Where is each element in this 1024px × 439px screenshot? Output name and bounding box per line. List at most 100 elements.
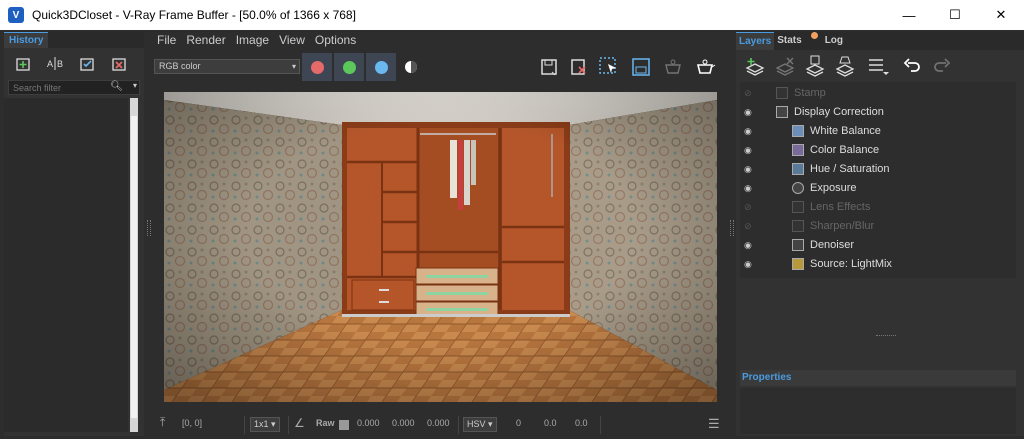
remove-history-icon[interactable]	[110, 55, 130, 73]
menu-file[interactable]: File	[152, 33, 181, 47]
apply-history-icon[interactable]	[78, 55, 98, 73]
divider	[244, 416, 245, 434]
layer-denoiser[interactable]: ◉ Denoiser	[740, 236, 1016, 255]
raw-r-value: 0.000	[357, 418, 380, 428]
white-balance-icon	[792, 125, 804, 137]
menu-view[interactable]: View	[274, 33, 310, 47]
load-layers-icon[interactable]	[834, 55, 856, 80]
right-panel-splitter[interactable]	[730, 220, 734, 236]
eye-off-icon[interactable]: ⊘	[744, 221, 755, 231]
layer-source-lightmix[interactable]: ◉ Source: LightMix	[740, 255, 1016, 274]
layer-label: Hue / Saturation	[810, 163, 890, 175]
save-image-button[interactable]	[536, 55, 562, 79]
blue-channel-button[interactable]	[366, 53, 396, 81]
eye-icon[interactable]: ◉	[744, 126, 755, 136]
toggle-panels-icon	[632, 58, 650, 76]
menu-image[interactable]: Image	[231, 33, 274, 47]
divider	[458, 416, 459, 434]
zoom-value: 1x1	[254, 419, 269, 429]
layer-hue-saturation[interactable]: ◉ Hue / Saturation	[740, 160, 1016, 179]
green-channel-button[interactable]	[334, 53, 364, 81]
minimize-icon: —	[902, 7, 916, 23]
raw-checkbox[interactable]	[339, 419, 349, 430]
color-mode-dropdown[interactable]: HSV ▾	[463, 417, 497, 432]
display-correction-icon	[776, 106, 788, 118]
save-layers-icon[interactable]	[804, 55, 826, 80]
eye-off-icon[interactable]: ⊘	[744, 202, 755, 212]
tab-stats[interactable]: Stats	[774, 32, 804, 50]
eye-icon[interactable]: ◉	[744, 240, 755, 250]
render-last-button[interactable]	[660, 55, 686, 79]
raw-g-value: 0.000	[392, 418, 415, 428]
save-image-icon	[541, 59, 557, 76]
chevron-down-icon: ▾	[488, 419, 493, 429]
red-channel-button[interactable]	[302, 53, 332, 81]
region-render-icon	[599, 57, 616, 74]
eye-icon[interactable]: ◉	[744, 164, 755, 174]
info-panel-icon[interactable]: ☰	[708, 416, 720, 432]
divider	[600, 416, 601, 434]
layer-sharpen-blur[interactable]: ⊘ Sharpen/Blur	[740, 217, 1016, 236]
layer-stamp[interactable]: ⊘ Stamp	[740, 84, 1016, 103]
render-last-icon	[665, 59, 681, 74]
eye-icon[interactable]: ◉	[744, 107, 755, 117]
delete-layer-icon[interactable]	[774, 56, 796, 79]
layer-display-correction[interactable]: ◉ Display Correction	[740, 103, 1016, 122]
chevron-down-icon[interactable]: ▾	[133, 81, 137, 90]
add-layer-icon[interactable]	[744, 56, 766, 79]
pixel-pick-icon[interactable]: ⤒	[160, 415, 165, 430]
search-filter[interactable]: Search filter 🔍︎ ▾	[8, 80, 140, 95]
vray-logo-icon: V	[8, 7, 24, 23]
rendered-image	[164, 92, 717, 402]
tab-history[interactable]: History	[4, 32, 49, 48]
save-history-icon[interactable]	[14, 55, 34, 73]
scrollbar-thumb[interactable]	[131, 116, 137, 418]
eye-icon[interactable]: ◉	[744, 259, 755, 269]
redo-icon[interactable]	[932, 56, 952, 79]
undo-icon[interactable]	[902, 56, 922, 79]
search-filter-placeholder: Search filter	[13, 82, 62, 93]
layer-exposure[interactable]: ◉ Exposure	[740, 179, 1016, 198]
hue-value: 0	[516, 418, 522, 428]
clear-image-button[interactable]	[566, 55, 592, 79]
clear-image-icon	[571, 59, 586, 75]
title-bar: V Quick3DCloset - V-Ray Frame Buffer - […	[0, 0, 1024, 30]
layer-color-balance[interactable]: ◉ Color Balance	[740, 141, 1016, 160]
pick-angle-icon[interactable]: ∠	[294, 416, 305, 430]
history-list[interactable]	[4, 98, 128, 432]
eye-icon[interactable]: ◉	[744, 183, 755, 193]
saturation-value: 0.0	[544, 418, 557, 428]
exposure-icon	[792, 182, 804, 194]
history-scrollbar[interactable]	[130, 98, 138, 432]
close-button[interactable]: ✕	[978, 0, 1024, 30]
compare-ab-icon[interactable]: AB	[46, 55, 66, 73]
main-area: File Render Image View Options RGB color…	[152, 30, 730, 439]
render-viewport[interactable]	[164, 92, 717, 402]
layer-lens-effects[interactable]: ⊘ Lens Effects	[740, 198, 1016, 217]
panel-splitter-handle[interactable]	[876, 335, 896, 337]
alpha-channel-button[interactable]	[398, 55, 424, 79]
layer-label: Exposure	[810, 182, 857, 194]
pixel-coords: [0, 0]	[182, 418, 203, 428]
green-dot-icon	[342, 60, 356, 74]
tab-layers[interactable]: Layers	[736, 32, 775, 50]
status-bar: ⤒ [0, 0] 1x1 ▾ ∠ Raw 0.000 0.000 0.000 H…	[152, 413, 730, 437]
layer-label: Denoiser	[810, 239, 855, 251]
render-teapot-button[interactable]	[692, 55, 718, 79]
lens-effects-icon	[792, 201, 804, 213]
layer-white-balance[interactable]: ◉ White Balance	[740, 122, 1016, 141]
toggle-panels-button[interactable]	[628, 55, 654, 79]
eye-icon[interactable]: ◉	[744, 145, 755, 155]
zoom-dropdown[interactable]: 1x1 ▾	[250, 417, 280, 432]
channel-dropdown[interactable]: RGB color ▾	[154, 59, 300, 74]
region-render-button[interactable]	[596, 55, 622, 79]
menu-options[interactable]: Options	[310, 33, 361, 47]
left-panel-splitter[interactable]	[147, 220, 151, 236]
maximize-button[interactable]: ☐	[932, 0, 978, 30]
layer-list-icon[interactable]	[866, 55, 890, 80]
layers-list: ⊘ Stamp ◉ Display Correction ◉ White Bal…	[740, 82, 1016, 278]
minimize-button[interactable]: —	[886, 0, 932, 30]
tab-log[interactable]: Log	[822, 32, 846, 50]
eye-off-icon[interactable]: ⊘	[744, 88, 755, 98]
menu-render[interactable]: Render	[181, 33, 230, 47]
